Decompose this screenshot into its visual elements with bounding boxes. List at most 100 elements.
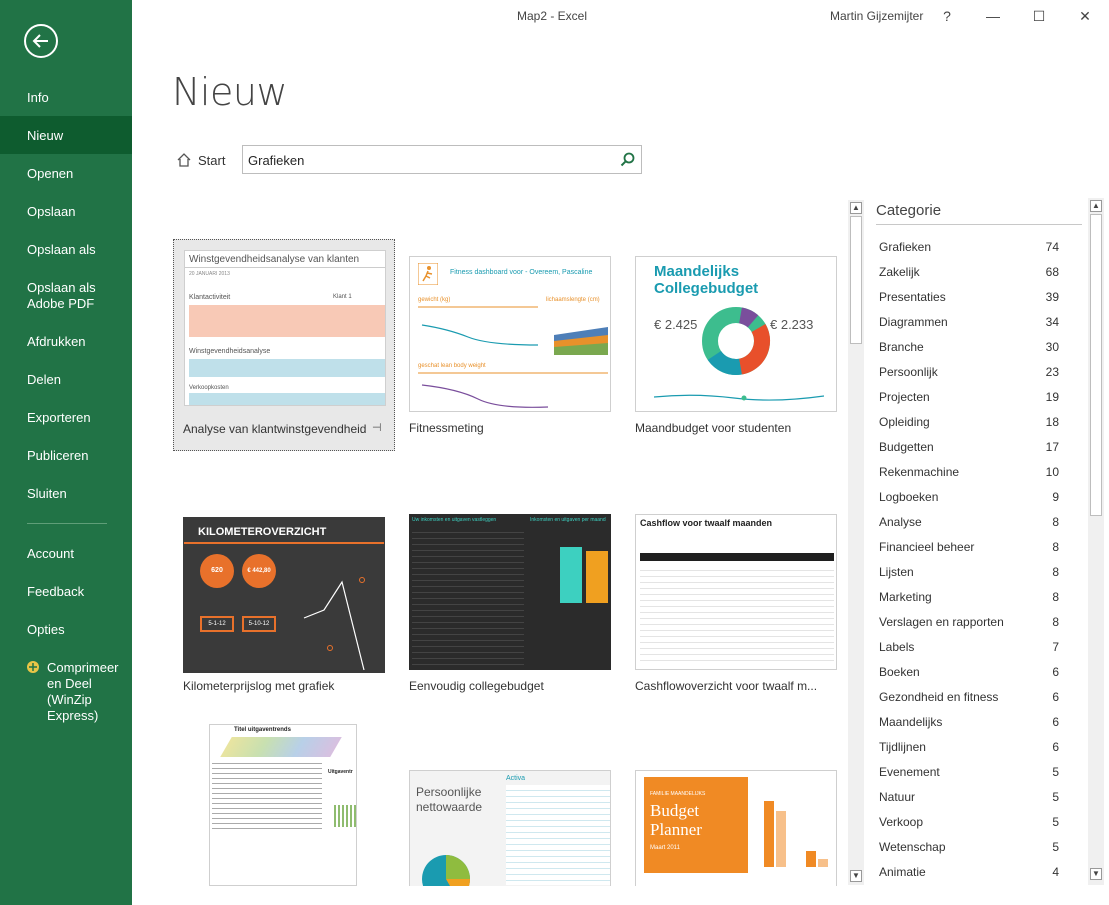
category-name: Financieel beheer [879,540,975,554]
scrollbar-thumb[interactable] [1090,214,1102,516]
scrollbar-thumb[interactable] [850,216,862,344]
category-item[interactable]: Budgetten 17 [879,438,1059,456]
scroll-up-icon[interactable]: ▲ [1090,200,1102,212]
sidebar-item-openen[interactable]: Openen [0,166,132,182]
thumb-rule [184,542,384,544]
sidebar-item-publiceren[interactable]: Publiceren [0,448,132,464]
scroll-down-icon[interactable]: ▼ [1090,868,1102,880]
sidebar-item-exporteren[interactable]: Exporteren [0,410,132,426]
sidebar-item-afdrukken[interactable]: Afdrukken [0,334,132,350]
thumb-label-b: lichaamslengte (cm) [546,297,600,303]
category-scrollbar[interactable]: ▲ ▼ [1088,198,1104,885]
category-item[interactable]: Labels 7 [879,638,1059,656]
thumb-sparkbars [334,805,356,827]
template-thumbnail: Uw inkomsten en uitgaven vastleggen Inko… [409,514,611,670]
sidebar-item-opslaan[interactable]: Opslaan [0,204,132,220]
category-count: 5 [1052,790,1059,804]
category-name: Budgetten [879,440,934,454]
search-input[interactable] [248,150,608,170]
category-item[interactable]: Branche 30 [879,338,1059,356]
start-label: Start [198,152,226,168]
category-item[interactable]: Lijsten 8 [879,563,1059,581]
category-item[interactable]: Evenement 5 [879,763,1059,781]
template-tile-cashflow[interactable]: Cashflow voor twaalf maanden Cashflowove… [625,505,847,705]
category-item[interactable]: Maandelijks 6 [879,713,1059,731]
templates-scrollbar[interactable]: ▲ ▼ [848,200,864,885]
category-item[interactable]: Animatie 4 [879,863,1059,881]
template-tile-maandbudget[interactable]: Maandelijks Collegebudget € 2.425 € 2.23… [625,239,847,451]
category-item[interactable]: Persoonlijk 23 [879,363,1059,381]
category-item[interactable]: Marketing 8 [879,588,1059,606]
sidebar-item-delen[interactable]: Delen [0,372,132,388]
sidebar-item-sluiten[interactable]: Sluiten [0,486,132,502]
thumb-donut [702,307,770,375]
thumb-table [412,527,524,667]
sidebar-item-winzip[interactable]: Comprimeer en Deel (WinZip Express) [0,660,132,724]
sidebar-item-opslaan-als-pdf[interactable]: Opslaan als Adobe PDF [0,280,132,312]
scroll-up-icon[interactable]: ▲ [850,202,862,214]
template-tile-klantwinstgevendheid[interactable]: Winstgevendheidsanalyse van klanten 20 J… [173,239,395,451]
category-item[interactable]: Tijdlijnen 6 [879,738,1059,756]
thumb-value-out: € 2.233 [770,317,814,332]
category-item[interactable]: Projecten 19 [879,388,1059,406]
sidebar-item-nieuw[interactable]: Nieuw [0,116,132,154]
thumb-title: Maandelijks Collegebudget [654,263,759,297]
pin-icon[interactable]: ⊣ [372,421,382,434]
back-arrow-icon[interactable] [24,24,58,58]
category-item[interactable]: Wetenschap 5 [879,838,1059,856]
template-thumbnail: KILOMETEROVERZICHT 620 € 442,80 5-1-12 5… [183,517,385,673]
category-item[interactable]: Presentaties 39 [879,288,1059,306]
template-label: Cashflowoverzicht voor twaalf m... [635,679,818,693]
category-item[interactable]: Verkoop 5 [879,813,1059,831]
thumb-band-blue [189,359,385,377]
thumb-chart-title: Inkomsten en uitgaven per maand [530,517,606,523]
template-tile-budgetplanner[interactable]: FAMILIE MAANDELIJKS Budget Planner Maart… [625,760,847,886]
thumb-header-band [220,737,342,757]
sidebar-item-opslaan-als[interactable]: Opslaan als [0,242,132,258]
template-tile-collegebudget[interactable]: Uw inkomsten en uitgaven vastleggen Inko… [399,505,621,705]
template-label: Eenvoudig collegebudget [409,679,544,693]
scroll-down-icon[interactable]: ▼ [850,870,862,882]
category-name: Gezondheid en fitness [879,690,999,704]
template-tile-fitnessmeting[interactable]: Fitness dashboard voor - Overeem, Pascal… [399,239,621,451]
user-name[interactable]: Martin Gijzemijter [830,9,923,23]
category-item[interactable]: Opleiding 18 [879,413,1059,431]
help-button[interactable]: ? [924,2,970,30]
thumb-value-in: € 2.425 [654,317,698,332]
sidebar-item-info[interactable]: Info [0,90,132,106]
category-name: Zakelijk [879,265,920,279]
thumb-circle-2: € 442,80 [242,554,276,588]
category-item[interactable]: Rekenmachine 10 [879,463,1059,481]
category-item[interactable]: Grafieken 74 [879,238,1059,256]
category-name: Labels [879,640,915,654]
minimize-button[interactable]: — [970,2,1016,30]
sidebar-item-account[interactable]: Account [0,546,132,562]
sidebar-item-opties[interactable]: Opties [0,622,132,638]
category-count: 5 [1052,815,1059,829]
template-thumbnail: Cashflow voor twaalf maanden [635,514,837,670]
category-item[interactable]: Boeken 6 [879,663,1059,681]
thumb-date: 20 JANUARI 2013 [189,271,230,277]
category-item[interactable]: Financieel beheer 8 [879,538,1059,556]
template-tile-nettowaarde[interactable]: Persoonlijke nettowaarde Activa [399,760,621,886]
template-tile-kilometerprijslog[interactable]: KILOMETEROVERZICHT 620 € 442,80 5-1-12 5… [173,505,395,705]
category-item[interactable]: Analyse 8 [879,513,1059,531]
thumb-title: KILOMETEROVERZICHT [198,526,327,538]
category-item[interactable]: Verslagen en rapporten 8 [879,613,1059,631]
thumb-side-title: Uitgaventr [328,769,353,775]
thumb-title: Cashflow voor twaalf maanden [640,518,773,528]
maximize-button[interactable]: ☐ [1016,2,1062,30]
category-item[interactable]: Gezondheid en fitness 6 [879,688,1059,706]
start-link[interactable]: Start [176,150,225,170]
category-item[interactable]: Natuur 5 [879,788,1059,806]
category-count: 8 [1052,540,1059,554]
template-thumbnail: Fitness dashboard voor - Overeem, Pascal… [409,256,611,412]
category-item[interactable]: Diagrammen 34 [879,313,1059,331]
template-tile-uitgaventrends[interactable]: Titel uitgaventrends Uitgaventr [173,714,395,886]
search-icon[interactable] [620,152,635,167]
thumb-sub: FAMILIE MAANDELIJKS [650,791,706,797]
close-button[interactable]: ✕ [1062,2,1108,30]
category-item[interactable]: Zakelijk 68 [879,263,1059,281]
sidebar-item-feedback[interactable]: Feedback [0,584,132,600]
category-item[interactable]: Logboeken 9 [879,488,1059,506]
